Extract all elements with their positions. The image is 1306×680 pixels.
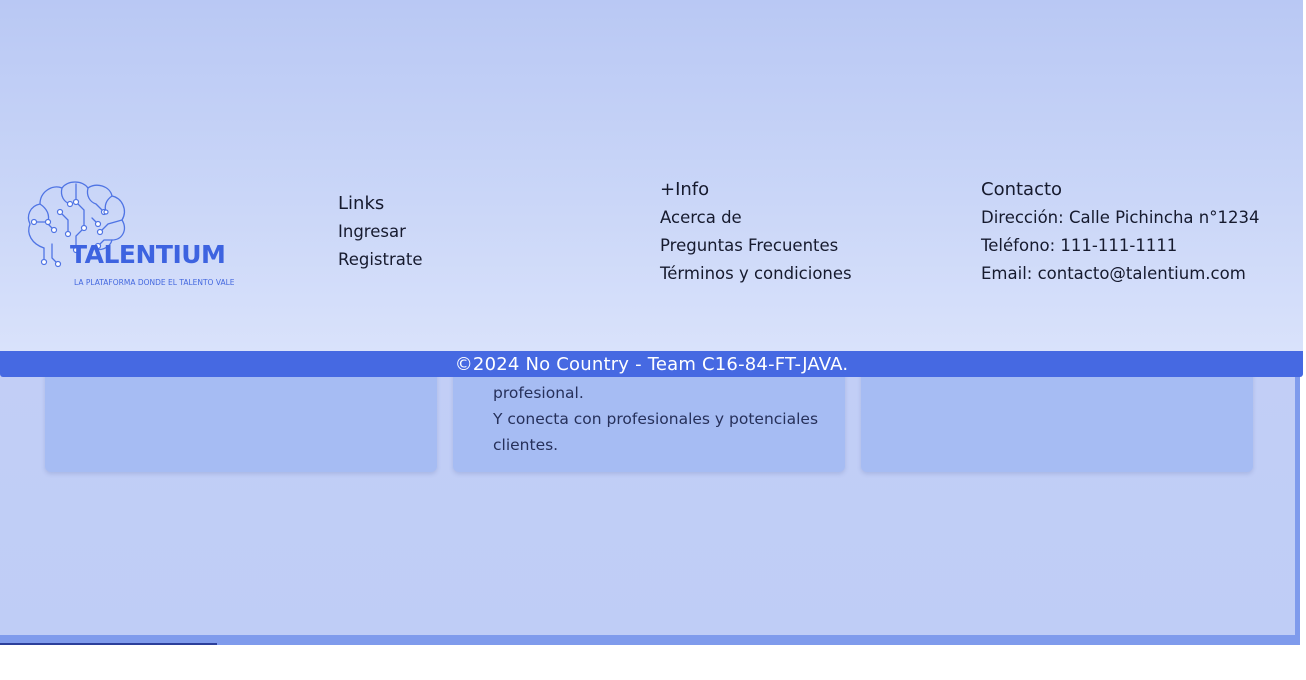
scroll-indicator — [0, 643, 217, 645]
feature-card-text: profesional. Y conecta con profesionales… — [493, 380, 833, 458]
feature-card-line: Y conecta con profesionales y potenciale… — [493, 410, 819, 454]
footer-links-title: Links — [338, 193, 385, 214]
footer-link-acerca-de[interactable]: Acerca de — [660, 204, 852, 232]
footer-link-ingresar[interactable]: Ingresar — [338, 218, 423, 246]
footer-info-column: +Info Acerca de Preguntas Frecuentes Tér… — [660, 176, 852, 288]
footer-contact-column: Contacto Dirección: Calle Pichincha n°12… — [981, 176, 1259, 288]
brand-name: TALENTIUM — [70, 240, 226, 269]
talentium-logo[interactable]: TALENTIUM LA PLATAFORMA DONDE EL TALENTO… — [24, 178, 269, 293]
contact-email-link[interactable]: Email: contacto@talentium.com — [981, 260, 1259, 288]
footer-links-column: Links Ingresar Registrate — [338, 190, 423, 274]
footer-info-title: +Info — [660, 179, 710, 200]
feature-card-line: profesional. — [493, 384, 584, 402]
copyright-text: ©2024 No Country - Team C16-84-FT-JAVA. — [454, 353, 849, 375]
site-footer: TALENTIUM LA PLATAFORMA DONDE EL TALENTO… — [0, 0, 1303, 351]
contact-address: Dirección: Calle Pichincha n°1234 — [981, 208, 1260, 227]
contact-phone: Teléfono: 111-111-1111 — [981, 236, 1178, 255]
footer-link-terminos[interactable]: Términos y condiciones — [660, 260, 852, 288]
footer-contact-title: Contacto — [981, 179, 1063, 200]
footer-link-faq[interactable]: Preguntas Frecuentes — [660, 232, 852, 260]
brand-tagline: LA PLATAFORMA DONDE EL TALENTO VALE — [74, 278, 235, 287]
footer-link-registrate[interactable]: Registrate — [338, 246, 423, 274]
copyright-bar: ©2024 No Country - Team C16-84-FT-JAVA. — [0, 351, 1303, 377]
